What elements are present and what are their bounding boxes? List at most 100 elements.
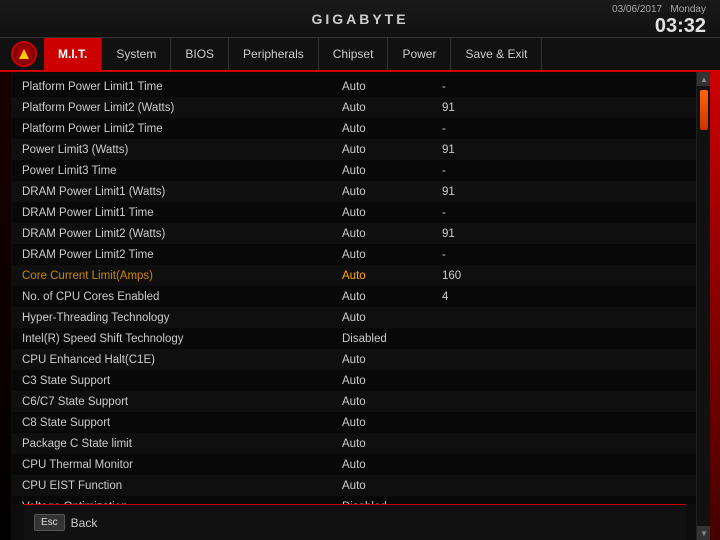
setting-value: Auto	[342, 480, 442, 492]
setting-value: Disabled	[342, 333, 442, 345]
setting-name: Platform Power Limit2 (Watts)	[22, 102, 342, 114]
setting-name: DRAM Power Limit2 Time	[22, 249, 342, 261]
table-row[interactable]: CPU Thermal MonitorAuto	[12, 454, 696, 475]
nav-item-mit[interactable]: M.I.T.	[44, 38, 102, 70]
setting-name: No. of CPU Cores Enabled	[22, 291, 342, 303]
table-row[interactable]: C3 State SupportAuto	[12, 370, 696, 391]
table-row[interactable]: Hyper-Threading TechnologyAuto	[12, 307, 696, 328]
nav-item-power[interactable]: Power	[388, 38, 451, 70]
setting-value: Auto	[342, 249, 442, 261]
setting-value: Auto	[342, 354, 442, 366]
setting-value: Auto	[342, 144, 442, 156]
setting-value: Auto	[342, 312, 442, 324]
table-row[interactable]: C8 State SupportAuto	[12, 412, 696, 433]
setting-extra: -	[442, 123, 522, 135]
table-row[interactable]: Platform Power Limit2 TimeAuto-	[12, 118, 696, 139]
setting-value: Auto	[342, 165, 442, 177]
scroll-track[interactable]	[697, 86, 710, 526]
setting-value: Auto	[342, 102, 442, 114]
table-row[interactable]: No. of CPU Cores EnabledAuto4	[12, 286, 696, 307]
setting-value: Auto	[342, 291, 442, 303]
table-row[interactable]: C6/C7 State SupportAuto	[12, 391, 696, 412]
logo-icon	[19, 49, 29, 59]
setting-extra: 160	[442, 270, 522, 282]
date-display: 03/06/2017 Monday	[612, 4, 706, 15]
setting-extra: 91	[442, 228, 522, 240]
scroll-down-arrow[interactable]: ▼	[697, 526, 711, 540]
table-row[interactable]: Core Current Limit(Amps)Auto160	[12, 265, 696, 286]
logo-circle	[11, 41, 37, 67]
setting-name: Power Limit3 Time	[22, 165, 342, 177]
main-area: Platform Power Limit1 TimeAuto-Platform …	[0, 72, 720, 540]
back-label: Back	[71, 516, 98, 530]
table-row[interactable]: Intel(R) Speed Shift TechnologyDisabled	[12, 328, 696, 349]
nav-logo	[8, 38, 40, 70]
scrollbar[interactable]: ▲ ▼	[696, 72, 710, 540]
navbar: M.I.T. System BIOS Peripherals Chipset P…	[0, 38, 720, 72]
setting-name: CPU Thermal Monitor	[22, 459, 342, 471]
table-row[interactable]: Power Limit3 (Watts)Auto91	[12, 139, 696, 160]
setting-extra: -	[442, 165, 522, 177]
setting-extra: 91	[442, 144, 522, 156]
setting-extra: 4	[442, 291, 522, 303]
table-row[interactable]: Package C State limitAuto	[12, 433, 696, 454]
setting-value: Auto	[342, 438, 442, 450]
setting-extra: -	[442, 207, 522, 219]
setting-extra: 91	[442, 102, 522, 114]
nav-item-save-exit[interactable]: Save & Exit	[451, 38, 542, 70]
table-row[interactable]: CPU EIST FunctionAuto	[12, 475, 696, 496]
table-row[interactable]: CPU Enhanced Halt(C1E)Auto	[12, 349, 696, 370]
esc-button[interactable]: Esc	[34, 514, 65, 531]
setting-name: CPU EIST Function	[22, 480, 342, 492]
setting-name: C8 State Support	[22, 417, 342, 429]
nav-item-bios[interactable]: BIOS	[171, 38, 229, 70]
table-row[interactable]: DRAM Power Limit2 (Watts)Auto91	[12, 223, 696, 244]
scroll-thumb[interactable]	[700, 90, 708, 130]
setting-value: Auto	[342, 186, 442, 198]
setting-value: Auto	[342, 228, 442, 240]
setting-value: Auto	[342, 375, 442, 387]
time-display: 03:32	[612, 15, 706, 37]
datetime-display: 03/06/2017 Monday 03:32	[612, 4, 706, 37]
setting-value: Auto	[342, 81, 442, 93]
setting-extra: -	[442, 81, 522, 93]
setting-name: Platform Power Limit2 Time	[22, 123, 342, 135]
setting-value: Auto	[342, 459, 442, 471]
setting-value: Auto	[342, 123, 442, 135]
table-row[interactable]: Platform Power Limit1 TimeAuto-	[12, 76, 696, 97]
brand-title: GIGABYTE	[311, 11, 408, 27]
setting-name: Intel(R) Speed Shift Technology	[22, 333, 342, 345]
setting-name: Hyper-Threading Technology	[22, 312, 342, 324]
setting-value: Auto	[342, 417, 442, 429]
setting-name: C6/C7 State Support	[22, 396, 342, 408]
table-row[interactable]: Power Limit3 TimeAuto-	[12, 160, 696, 181]
setting-value: Auto	[342, 396, 442, 408]
table-row[interactable]: DRAM Power Limit1 TimeAuto-	[12, 202, 696, 223]
setting-name: Platform Power Limit1 Time	[22, 81, 342, 93]
setting-extra: 91	[442, 186, 522, 198]
setting-name: C3 State Support	[22, 375, 342, 387]
header: GIGABYTE 03/06/2017 Monday 03:32	[0, 0, 720, 38]
nav-item-system[interactable]: System	[102, 38, 171, 70]
setting-value: Auto	[342, 207, 442, 219]
scroll-up-arrow[interactable]: ▲	[697, 72, 711, 86]
setting-value: Auto	[342, 270, 442, 282]
nav-item-peripherals[interactable]: Peripherals	[229, 38, 319, 70]
table-row[interactable]: DRAM Power Limit2 TimeAuto-	[12, 244, 696, 265]
setting-name: DRAM Power Limit1 (Watts)	[22, 186, 342, 198]
nav-item-chipset[interactable]: Chipset	[319, 38, 389, 70]
table-row[interactable]: DRAM Power Limit1 (Watts)Auto91	[12, 181, 696, 202]
right-decoration	[710, 72, 720, 540]
table-row[interactable]: Platform Power Limit2 (Watts)Auto91	[12, 97, 696, 118]
setting-name: DRAM Power Limit2 (Watts)	[22, 228, 342, 240]
settings-list[interactable]: Platform Power Limit1 TimeAuto-Platform …	[12, 72, 696, 504]
setting-name: Power Limit3 (Watts)	[22, 144, 342, 156]
setting-extra: -	[442, 249, 522, 261]
left-decoration	[0, 72, 12, 540]
content-panel: Platform Power Limit1 TimeAuto-Platform …	[12, 72, 696, 540]
setting-name: CPU Enhanced Halt(C1E)	[22, 354, 342, 366]
setting-name: Core Current Limit(Amps)	[22, 270, 342, 282]
table-row[interactable]: Voltage OptimizationDisabled	[12, 496, 696, 504]
bottom-bar: Esc Back	[24, 504, 686, 540]
setting-name: Package C State limit	[22, 438, 342, 450]
